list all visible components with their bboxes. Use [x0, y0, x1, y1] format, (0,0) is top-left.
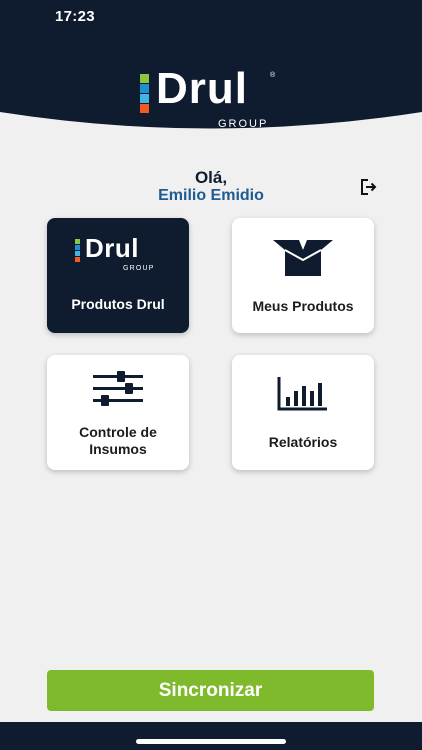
box-icon [271, 238, 335, 278]
bar-chart-icon [277, 377, 329, 411]
controle-insumos-label: Controle de Insumos [47, 424, 189, 458]
meus-produtos-label: Meus Produtos [252, 298, 354, 314]
sincronizar-button[interactable]: Sincronizar [47, 670, 374, 711]
logout-icon[interactable] [360, 178, 378, 196]
controle-insumos-label-line1: Controle de [79, 424, 157, 440]
drul-logo: Drul ® GROUP [140, 64, 280, 134]
greeting-text: Olá, [194, 168, 228, 187]
controle-insumos-label-line2: Insumos [89, 441, 147, 457]
home-indicator[interactable] [136, 739, 286, 744]
produtos-drul-card[interactable]: Drul GROUP Produtos Drul [47, 218, 189, 333]
relatorios-card[interactable]: Relatórios [232, 355, 374, 470]
produtos-drul-label: Produtos Drul [71, 296, 165, 312]
header: 17:23 Drul ® GROUP [0, 0, 422, 130]
logo-orange-square [140, 104, 149, 113]
logo-lightblue-square [140, 94, 149, 103]
logo-word: Drul [156, 64, 248, 113]
logo-blue-square [140, 84, 149, 93]
controle-insumos-card[interactable]: Controle de Insumos [47, 355, 189, 470]
mini-logo-sub: GROUP [123, 265, 155, 272]
drul-mini-logo: Drul GROUP [75, 233, 165, 278]
logo-green-square [140, 74, 149, 83]
user-name: Emilio Emidio [158, 187, 264, 204]
meus-produtos-card[interactable]: Meus Produtos [232, 218, 374, 333]
relatorios-label: Relatórios [268, 434, 338, 450]
logo-sub: GROUP [218, 118, 269, 130]
mini-logo-word: Drul [85, 233, 139, 263]
logo-registered: ® [270, 72, 276, 79]
status-time: 17:23 [55, 8, 95, 25]
sliders-icon [93, 371, 143, 407]
bottom-bar [0, 722, 422, 750]
